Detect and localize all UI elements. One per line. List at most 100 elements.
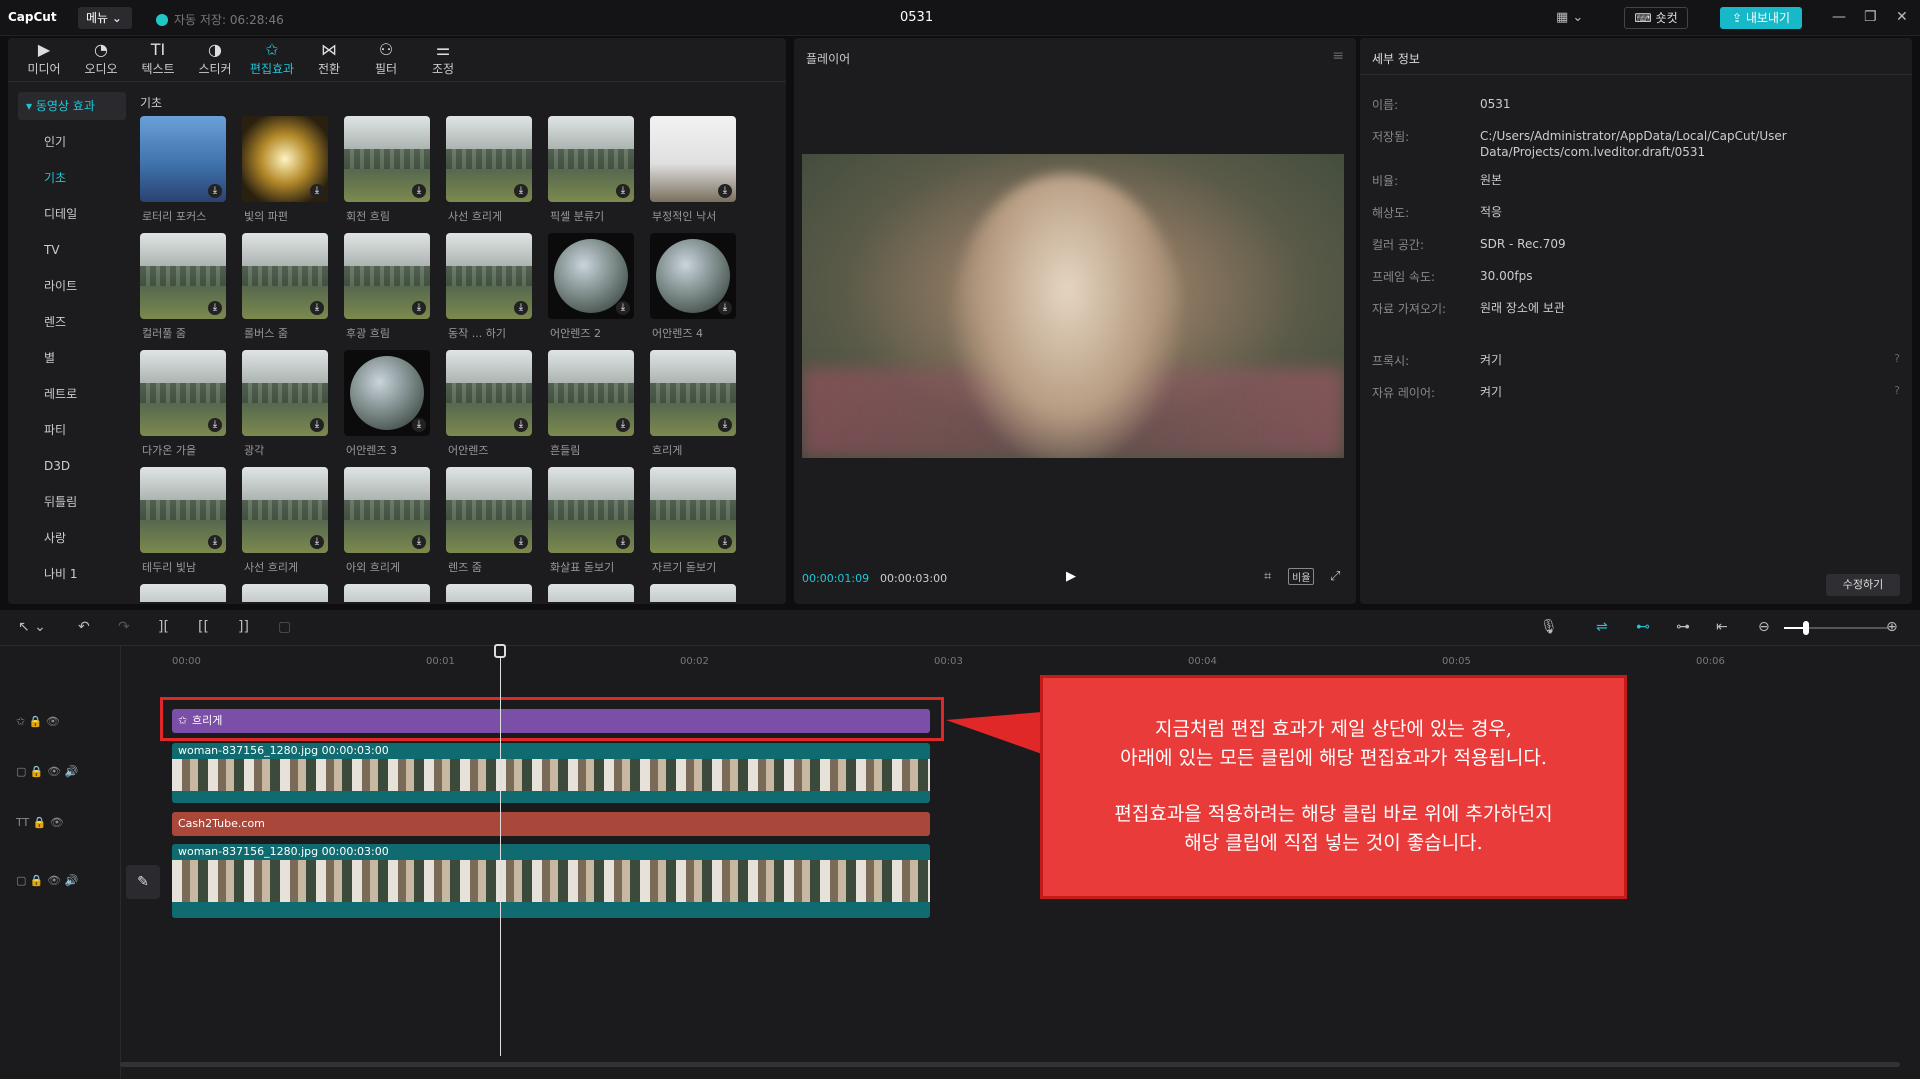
effect-card[interactable]: ⤓ 부정적인 낙서 bbox=[650, 116, 736, 226]
effect-card[interactable]: ⤓ 자르기 돋보기 bbox=[650, 467, 736, 577]
fullscreen-icon[interactable]: ⤢ bbox=[1330, 569, 1340, 584]
download-icon[interactable]: ⤓ bbox=[718, 301, 732, 315]
effect-card[interactable]: ⤓ 흔들림 bbox=[548, 350, 634, 460]
effect-card[interactable]: ⤓ 후광 흐림 bbox=[344, 233, 430, 343]
effect-card[interactable]: ⤓ 다가온 가을 bbox=[140, 350, 226, 460]
effect-card[interactable]: ⤓ 테두리 빛남 bbox=[140, 467, 226, 577]
effect-card[interactable] bbox=[344, 584, 430, 602]
download-icon[interactable]: ⤓ bbox=[616, 301, 630, 315]
download-icon[interactable]: ⤓ bbox=[514, 184, 528, 198]
zoom-out-icon[interactable]: ⊖ bbox=[1758, 619, 1770, 635]
download-icon[interactable]: ⤓ bbox=[412, 418, 426, 432]
category-item[interactable]: 기초 bbox=[18, 160, 126, 196]
download-icon[interactable]: ⤓ bbox=[718, 418, 732, 432]
minimize-icon[interactable]: — bbox=[1832, 9, 1846, 25]
video-track-controls[interactable]: ▢ 🔒 👁 🔊 bbox=[16, 765, 116, 785]
time-ruler[interactable]: 00:00 00:01 00:02 00:03 00:04 00:05 00:06 bbox=[120, 646, 1920, 672]
category-item[interactable]: TV bbox=[18, 232, 126, 268]
split-icon[interactable]: ][ bbox=[158, 619, 169, 635]
preview-axis-icon[interactable]: ⇤ bbox=[1716, 619, 1728, 635]
effect-card[interactable]: ⤓ 어안렌즈 4 bbox=[650, 233, 736, 343]
zoom-in-icon[interactable]: ⊕ bbox=[1886, 619, 1898, 635]
effect-card[interactable]: ⤓ 어안렌즈 bbox=[446, 350, 532, 460]
category-item[interactable]: 라이트 bbox=[18, 268, 126, 304]
text-track-controls[interactable]: TT 🔒 👁 bbox=[16, 816, 116, 836]
category-item[interactable]: 렌즈 bbox=[18, 304, 126, 340]
zoom-slider-track[interactable] bbox=[1808, 627, 1888, 629]
effect-card[interactable]: ⤓ 컬러풀 줌 bbox=[140, 233, 226, 343]
download-icon[interactable]: ⤓ bbox=[514, 535, 528, 549]
tab-2[interactable]: TI 텍스트 bbox=[130, 40, 186, 80]
category-item[interactable]: 디테일 bbox=[18, 196, 126, 232]
download-icon[interactable]: ⤓ bbox=[718, 535, 732, 549]
download-icon[interactable]: ⤓ bbox=[718, 184, 732, 198]
linkage-icon[interactable]: ⊶ bbox=[1676, 619, 1690, 635]
category-video-effects[interactable]: ▾ 동영상 효과 bbox=[18, 92, 126, 120]
effect-card[interactable]: ⤓ 픽셀 분류기 bbox=[548, 116, 634, 226]
close-icon[interactable]: ✕ bbox=[1896, 9, 1908, 25]
split-left-icon[interactable]: [[ bbox=[198, 619, 209, 635]
download-icon[interactable]: ⤓ bbox=[208, 301, 222, 315]
tab-3[interactable]: ◑ 스티커 bbox=[187, 40, 243, 80]
download-icon[interactable]: ⤓ bbox=[412, 184, 426, 198]
tab-0[interactable]: ▶ 미디어 bbox=[16, 40, 72, 80]
effect-card[interactable]: ⤓ 흐리게 bbox=[650, 350, 736, 460]
main-video-clip[interactable]: woman-837156_1280.jpg 00:00:03:00 bbox=[172, 844, 930, 918]
zoom-slider-handle[interactable] bbox=[1803, 621, 1809, 635]
menu-button[interactable]: 메뉴 ⌄ bbox=[78, 7, 132, 29]
auto-snap-icon[interactable]: ⊷ bbox=[1636, 619, 1650, 635]
download-icon[interactable]: ⤓ bbox=[310, 301, 324, 315]
effect-card[interactable]: ⤓ 렌즈 줌 bbox=[446, 467, 532, 577]
download-icon[interactable]: ⤓ bbox=[514, 418, 528, 432]
main-video-track-controls[interactable]: ▢ 🔒 👁 🔊 bbox=[16, 874, 116, 894]
shortcut-button[interactable]: ⌨ 숏컷 bbox=[1624, 7, 1688, 29]
effect-card[interactable] bbox=[140, 584, 226, 602]
layout-icon[interactable]: ▦ ⌄ bbox=[1556, 10, 1583, 25]
split-right-icon[interactable]: ]] bbox=[238, 619, 249, 635]
effect-card[interactable]: ⤓ 회전 흐림 bbox=[344, 116, 430, 226]
download-icon[interactable]: ⤓ bbox=[310, 535, 324, 549]
edit-cover-icon[interactable]: ✎ bbox=[126, 865, 160, 899]
effect-card[interactable] bbox=[548, 584, 634, 602]
category-item[interactable]: 별 bbox=[18, 340, 126, 376]
download-icon[interactable]: ⤓ bbox=[616, 418, 630, 432]
effect-card[interactable] bbox=[242, 584, 328, 602]
modify-button[interactable]: 수정하기 bbox=[1826, 574, 1900, 596]
ratio-button[interactable]: 비율 bbox=[1288, 568, 1315, 585]
effect-track-controls[interactable]: ✩ 🔒 👁 bbox=[16, 715, 116, 735]
tab-6[interactable]: ⚇ 필터 bbox=[358, 40, 414, 80]
effect-card[interactable] bbox=[446, 584, 532, 602]
tab-7[interactable]: ⚌ 조정 bbox=[415, 40, 471, 80]
maximize-icon[interactable]: ❐ bbox=[1864, 9, 1877, 25]
category-item[interactable]: D3D bbox=[18, 448, 126, 484]
tab-5[interactable]: ⋈ 전환 bbox=[301, 40, 357, 80]
download-icon[interactable]: ⤓ bbox=[514, 301, 528, 315]
category-item[interactable]: 파티 bbox=[18, 412, 126, 448]
download-icon[interactable]: ⤓ bbox=[208, 535, 222, 549]
playhead-handle[interactable] bbox=[494, 644, 506, 658]
tab-1[interactable]: ◔ 오디오 bbox=[73, 40, 129, 80]
timeline-scrollbar[interactable] bbox=[120, 1062, 1900, 1067]
download-icon[interactable]: ⤓ bbox=[412, 301, 426, 315]
help-icon[interactable]: ? bbox=[1894, 352, 1900, 365]
play-icon[interactable]: ▶ bbox=[1066, 569, 1076, 584]
download-icon[interactable]: ⤓ bbox=[208, 418, 222, 432]
effect-card[interactable]: ⤓ 사선 흐리게 bbox=[446, 116, 532, 226]
effect-card[interactable] bbox=[650, 584, 736, 602]
download-icon[interactable]: ⤓ bbox=[310, 184, 324, 198]
text-clip[interactable]: Cash2Tube.com bbox=[172, 812, 930, 836]
category-item[interactable]: 레트로 bbox=[18, 376, 126, 412]
select-tool-icon[interactable]: ↖ ⌄ bbox=[18, 619, 46, 635]
effect-card[interactable]: ⤓ 롤버스 줌 bbox=[242, 233, 328, 343]
category-item[interactable]: 인기 bbox=[18, 124, 126, 160]
category-item[interactable]: 나비 1 bbox=[18, 556, 126, 592]
redo-icon[interactable]: ↷ bbox=[118, 619, 130, 635]
microphone-icon[interactable]: 🎙 bbox=[1540, 619, 1558, 635]
category-item[interactable]: 사랑 bbox=[18, 520, 126, 556]
download-icon[interactable]: ⤓ bbox=[208, 184, 222, 198]
category-item[interactable]: 뒤틀림 bbox=[18, 484, 126, 520]
effect-card[interactable]: ⤓ 동작 ... 하기 bbox=[446, 233, 532, 343]
effect-card[interactable]: ⤓ 아외 흐리게 bbox=[344, 467, 430, 577]
tab-4[interactable]: ✩ 편집효과 bbox=[244, 40, 300, 80]
undo-icon[interactable]: ↶ bbox=[78, 619, 90, 635]
